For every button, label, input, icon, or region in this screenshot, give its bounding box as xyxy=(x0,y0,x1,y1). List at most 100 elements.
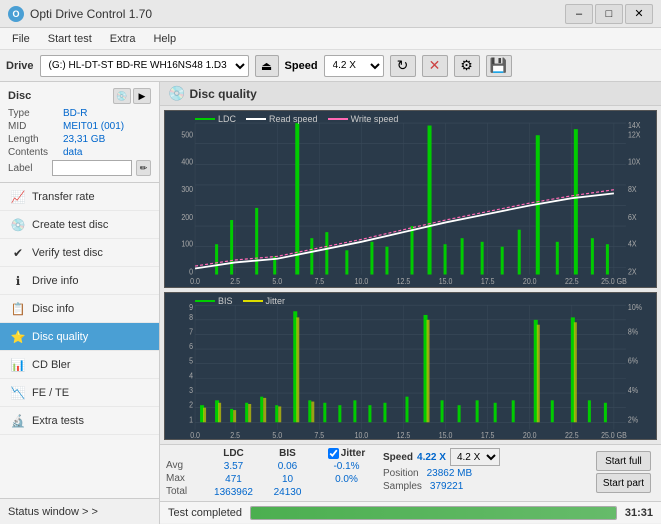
menu-file[interactable]: File xyxy=(4,31,38,47)
svg-text:7.5: 7.5 xyxy=(314,430,324,439)
svg-text:10.0: 10.0 xyxy=(355,277,369,287)
disc-label-edit-btn[interactable]: ✏ xyxy=(136,160,151,176)
ldc-max: 471 xyxy=(225,474,242,485)
chart2-legend: BIS Jitter xyxy=(195,296,285,306)
start-part-button[interactable]: Start part xyxy=(596,473,651,493)
svg-text:200: 200 xyxy=(181,212,193,222)
settings-button[interactable]: ⚙ xyxy=(454,55,480,77)
svg-text:10X: 10X xyxy=(628,157,641,167)
disc-icon-btn-1[interactable]: 💿 xyxy=(113,88,131,104)
svg-text:12.5: 12.5 xyxy=(397,430,411,439)
disc-label-input[interactable] xyxy=(52,160,132,176)
svg-text:17.5: 17.5 xyxy=(481,430,495,439)
disc-label-row: Label ✏ xyxy=(8,160,151,176)
svg-text:22.5: 22.5 xyxy=(565,277,579,287)
disc-mid-row: MID MEIT01 (001) xyxy=(8,121,151,132)
svg-text:25.0 GB: 25.0 GB xyxy=(601,277,627,287)
status-window-button[interactable]: Status window > > xyxy=(0,498,159,524)
nav-fe-te[interactable]: 📉 FE / TE xyxy=(0,379,159,407)
disc-type-value: BD-R xyxy=(63,108,87,119)
extra-tests-icon: 🔬 xyxy=(10,413,26,429)
fe-te-icon: 📉 xyxy=(10,385,26,401)
read-speed-legend-item: Read speed xyxy=(246,114,318,124)
content-area: 💿 Disc quality LDC Read speed xyxy=(160,82,661,524)
nav-disc-info[interactable]: 📋 Disc info xyxy=(0,295,159,323)
nav-transfer-rate-label: Transfer rate xyxy=(32,191,95,203)
nav-verify-test-disc[interactable]: ✔ Verify test disc xyxy=(0,239,159,267)
status-text: Test completed xyxy=(168,507,242,519)
drive-select[interactable]: (G:) HL-DT-ST BD-RE WH16NS48 1.D3 xyxy=(40,55,249,77)
nav-cd-bler[interactable]: 📊 CD Bler xyxy=(0,351,159,379)
max-label: Max xyxy=(166,473,202,484)
minimize-button[interactable]: – xyxy=(565,4,593,24)
jitter-avg: -0.1% xyxy=(333,461,359,472)
menu-help[interactable]: Help xyxy=(145,31,184,47)
svg-text:0.0: 0.0 xyxy=(190,277,200,287)
chart1-svg: 0 100 200 300 400 500 2X 4X 6X 8X 10X 12… xyxy=(165,111,656,287)
nav-extra-tests[interactable]: 🔬 Extra tests xyxy=(0,407,159,435)
start-full-button[interactable]: Start full xyxy=(596,451,651,471)
transfer-rate-icon: 📈 xyxy=(10,189,26,205)
svg-text:400: 400 xyxy=(181,157,193,167)
svg-text:100: 100 xyxy=(181,239,193,249)
elapsed-time: 31:31 xyxy=(625,507,653,519)
ldc-legend-item: LDC xyxy=(195,114,236,124)
jitter-legend-label: Jitter xyxy=(266,296,286,306)
erase-button[interactable]: ✕ xyxy=(422,55,448,77)
close-button[interactable]: ✕ xyxy=(625,4,653,24)
maximize-button[interactable]: □ xyxy=(595,4,623,24)
disc-icon-btn-2[interactable]: ▶ xyxy=(133,88,151,104)
menu-extra[interactable]: Extra xyxy=(102,31,144,47)
svg-text:6: 6 xyxy=(189,341,193,351)
nav-transfer-rate[interactable]: 📈 Transfer rate xyxy=(0,183,159,211)
svg-text:14X: 14X xyxy=(628,120,641,130)
verify-test-disc-icon: ✔ xyxy=(10,245,26,261)
svg-text:2: 2 xyxy=(189,400,193,410)
position-label: Position xyxy=(383,468,419,479)
bis-legend-color xyxy=(195,300,215,302)
ldc-col-header: LDC xyxy=(223,448,244,459)
svg-text:2%: 2% xyxy=(628,414,638,424)
bis-col-header: BIS xyxy=(279,448,296,459)
svg-text:8X: 8X xyxy=(628,185,637,195)
save-button[interactable]: 💾 xyxy=(486,55,512,77)
svg-text:15.0: 15.0 xyxy=(439,430,453,439)
chart1-legend: LDC Read speed Write speed xyxy=(195,114,398,124)
nav-drive-info-label: Drive info xyxy=(32,275,78,287)
disc-quality-header-icon: 💿 xyxy=(168,85,185,102)
speed-quality-select[interactable]: 4.2 X xyxy=(450,448,500,466)
nav-drive-info[interactable]: ℹ Drive info xyxy=(0,267,159,295)
create-test-disc-icon: 💿 xyxy=(10,217,26,233)
disc-mid-label: MID xyxy=(8,121,63,132)
jitter-checkbox[interactable] xyxy=(328,448,339,459)
read-speed-legend-color xyxy=(246,118,266,120)
menu-start-test[interactable]: Start test xyxy=(40,31,100,47)
refresh-button[interactable]: ↻ xyxy=(390,55,416,77)
app-title: Opti Drive Control 1.70 xyxy=(30,7,152,21)
svg-text:17.5: 17.5 xyxy=(481,277,495,287)
nav-disc-quality[interactable]: ⭐ Disc quality xyxy=(0,323,159,351)
eject-button[interactable]: ⏏ xyxy=(255,55,279,77)
bottom-status: Test completed 31:31 xyxy=(160,501,661,523)
svg-text:2.5: 2.5 xyxy=(230,430,240,439)
samples-label: Samples xyxy=(383,481,422,492)
jitter-checkbox-row: Jitter xyxy=(328,448,365,459)
total-label: Total xyxy=(166,486,202,497)
nav-cd-bler-label: CD Bler xyxy=(32,359,71,371)
speed-col-header: Speed xyxy=(383,452,413,463)
bis-chart: BIS Jitter xyxy=(164,292,657,440)
svg-text:0.0: 0.0 xyxy=(190,430,200,439)
speed-select[interactable]: 4.2 X xyxy=(324,55,384,77)
jitter-max: 0.0% xyxy=(335,474,358,485)
progress-bar xyxy=(250,506,617,520)
svg-text:1: 1 xyxy=(189,414,193,424)
nav-create-test-disc[interactable]: 💿 Create test disc xyxy=(0,211,159,239)
content-title: Disc quality xyxy=(189,87,256,101)
disc-type-label: Type xyxy=(8,108,63,119)
jitter-col-header: Jitter xyxy=(341,448,365,459)
svg-text:22.5: 22.5 xyxy=(565,430,579,439)
svg-text:300: 300 xyxy=(181,185,193,195)
drive-label: Drive xyxy=(6,60,34,72)
svg-text:7: 7 xyxy=(189,326,193,336)
svg-text:6X: 6X xyxy=(628,212,637,222)
